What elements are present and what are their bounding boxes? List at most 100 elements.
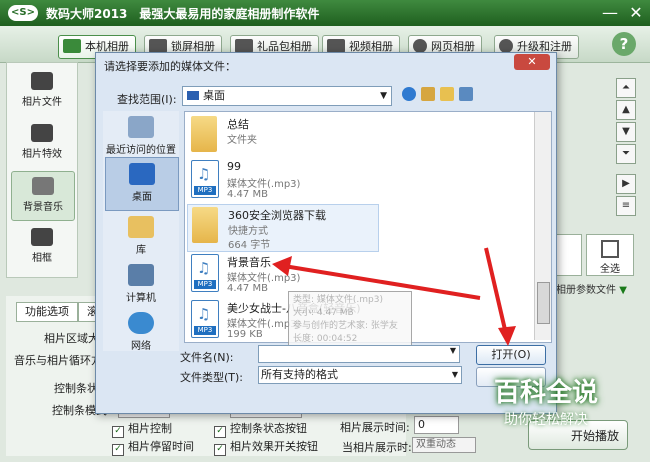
chevron-down-icon: ▼ [619, 285, 627, 296]
checkbox-effect-toggle[interactable]: ✓ 相片效果开关按钮 [214, 438, 318, 456]
sidebar-item-label: 相片文件 [22, 97, 62, 108]
nav-toolbar [402, 87, 478, 103]
sidebar-item-photo-files[interactable]: 相片文件 [11, 67, 73, 115]
mp3-file-icon: ♫ MP3 [191, 254, 219, 292]
place-label: 网络 [131, 341, 151, 352]
new-folder-icon[interactable] [440, 87, 454, 101]
checkbox[interactable]: ✓ [112, 426, 124, 438]
checkbox[interactable]: ✓ [112, 444, 124, 456]
library-icon [128, 216, 154, 238]
file-type: 文件夹 [227, 135, 257, 146]
file-item-99[interactable]: ♫ MP3 99 媒体文件(.mp3) 4.47 MB [187, 158, 377, 204]
place-label: 计算机 [126, 293, 156, 304]
file-name: 背景音乐 [227, 256, 271, 269]
tooltip-size: 大小: 4.47 MB [293, 308, 354, 318]
param-file-label: 相册参数文件 [556, 285, 616, 296]
music-loop-label: 音乐与相片循环方 [14, 354, 102, 367]
checkbox-label: 相片效果开关按钮 [230, 440, 318, 453]
checkbox-label: 相片控制 [128, 422, 172, 435]
file-type: 媒体文件(.mp3) [227, 179, 301, 190]
upgrade-icon [499, 39, 513, 53]
move-top-icon[interactable]: ⏶ [616, 78, 636, 98]
play-icon[interactable]: ▶ [616, 174, 636, 194]
filename-label: 文件名(N): [180, 351, 234, 364]
checkbox[interactable]: ✓ [214, 426, 226, 438]
app-title: 数码大师2013 最强大最易用的家庭相册制作软件 [46, 7, 320, 21]
dialog-close-button[interactable]: ✕ [514, 54, 550, 70]
chevron-down-icon: ▼ [449, 346, 456, 355]
checkbox[interactable]: ✓ [214, 444, 226, 456]
filetype-value: 所有支持的格式 [261, 368, 338, 381]
sidebar: 相片文件 相片特效 背景音乐 相框 [6, 62, 78, 278]
file-size: 199 KB [227, 329, 263, 340]
recent-places-icon [128, 116, 154, 138]
filename-input[interactable]: ▼ [258, 345, 460, 363]
sidebar-item-label: 背景音乐 [23, 202, 63, 213]
chevron-down-icon: ▼ [380, 91, 387, 101]
checkbox-label: 控制条状态按钮 [230, 422, 307, 435]
mp3-badge: MP3 [194, 186, 216, 195]
watermark: 百科全说 助你轻松解决 [484, 372, 608, 429]
music-note-icon: ♫ [197, 305, 211, 323]
tooltip-artist: 参与创作的艺术家: 张学友 [293, 321, 398, 331]
open-button[interactable]: 打开(O) [476, 345, 546, 365]
mp3-badge: MP3 [194, 326, 216, 335]
place-label: 最近访问的位置 [106, 145, 176, 156]
sidebar-item-background-music[interactable]: 背景音乐 [11, 171, 75, 221]
help-button[interactable]: ? [612, 32, 636, 56]
document-icon[interactable]: ≡ [616, 196, 636, 216]
select-all-button[interactable]: 全选 [586, 234, 634, 276]
tooltip-type: 类型: 媒体文件(.mp3) [293, 295, 383, 305]
sidebar-item-photo-effects[interactable]: 相片特效 [11, 119, 73, 167]
file-size: 664 字节 [228, 240, 271, 251]
look-in-select[interactable]: 桌面 ▼ [182, 86, 392, 106]
file-item-folder[interactable]: 总结 文件夹 [187, 114, 377, 160]
tab-function-options[interactable]: 功能选项 [16, 302, 78, 322]
mp3-badge: MP3 [194, 280, 216, 289]
control-bar-label: 控制条状 [54, 382, 98, 395]
close-button[interactable]: ✕ [626, 3, 646, 23]
show-time-input[interactable]: 0 [414, 416, 459, 434]
file-name: 总结 [227, 118, 249, 131]
place-desktop[interactable]: 桌面 [105, 157, 179, 211]
app-logo: <S> [8, 5, 38, 21]
file-item-shortcut[interactable]: 360安全浏览器下载 快捷方式 664 字节 [187, 204, 379, 252]
vertical-scrollbar[interactable] [534, 112, 551, 340]
filetype-label: 文件类型(T): [180, 371, 244, 384]
view-menu-icon[interactable] [459, 87, 473, 101]
param-file-dropdown[interactable]: 相册参数文件 ▼ [556, 281, 642, 296]
back-icon[interactable] [402, 87, 416, 101]
place-network[interactable]: 网络 [105, 307, 177, 359]
place-computer[interactable]: 计算机 [105, 259, 177, 311]
folder-icon [191, 116, 217, 152]
dual-anim-select[interactable]: 双重动态 [412, 437, 476, 453]
file-type: 媒体文件(.mp3) [227, 273, 301, 284]
watermark-line2: 助你轻松解决 [504, 412, 588, 428]
place-library[interactable]: 库 [105, 211, 177, 263]
open-file-dialog: 请选择要添加的媒体文件： ✕ 查找范围(I): 桌面 ▼ 最近访问的位置 桌面 库… [95, 52, 557, 414]
show-time-label: 相片展示时间: [340, 421, 410, 434]
checkbox-stay-time[interactable]: ✓ 相片停留时间 [112, 438, 194, 456]
checkbox-control-bar-button[interactable]: ✓ 控制条状态按钮 [214, 420, 307, 438]
filetype-select[interactable]: 所有支持的格式 ▼ [258, 366, 462, 384]
grid-icon [601, 240, 619, 258]
shortcut-folder-icon [192, 207, 218, 243]
up-folder-icon[interactable] [421, 87, 435, 101]
places-bar: 最近访问的位置 桌面 库 计算机 网络 [103, 111, 179, 352]
checkbox-photo-control[interactable]: ✓ 相片控制 [112, 420, 172, 438]
move-down-icon[interactable]: ▼ [616, 122, 636, 142]
photo-area-label: 相片区域大 [44, 332, 99, 345]
select-all-label: 全选 [600, 264, 620, 275]
scrollbar-thumb[interactable] [537, 282, 550, 324]
desktop-icon [187, 91, 199, 100]
network-icon [128, 312, 154, 334]
move-up-icon[interactable]: ▲ [616, 100, 636, 120]
sidebar-item-frame[interactable]: 相框 [11, 223, 73, 271]
place-recent[interactable]: 最近访问的位置 [105, 111, 177, 163]
place-label: 桌面 [132, 192, 152, 203]
file-size: 4.47 MB [227, 283, 268, 294]
desktop-icon [129, 163, 155, 185]
minimize-button[interactable]: — [600, 3, 620, 23]
show-time-label-2: 当相片展示时: [342, 441, 412, 454]
move-bottom-icon[interactable]: ⏷ [616, 144, 636, 164]
